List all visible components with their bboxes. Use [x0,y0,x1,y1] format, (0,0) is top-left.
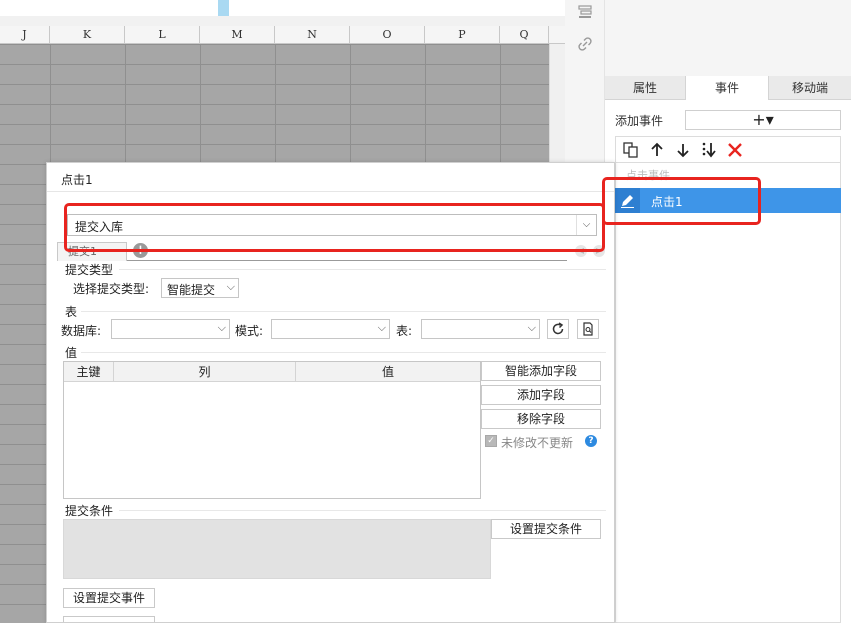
list-icon[interactable] [577,4,593,20]
submit-type-combo[interactable]: 智能提交 ⌵ [161,278,239,298]
column-header[interactable]: K [50,26,125,44]
values-table[interactable]: 主键 列 值 [63,361,481,499]
chevron-down-icon: ⌵ [377,321,386,334]
submit-select-value: 提交入库 [75,220,124,234]
dialog-title: 点击1 [61,173,93,187]
tab-submit-1[interactable]: 提交1 [57,242,127,261]
chevron-down-icon[interactable]: ⌵ [576,215,596,235]
add-tab-icon[interactable]: + [133,243,148,258]
chevron-left-icon[interactable]: ◀ [575,245,587,257]
column-headers: J K L M N O P Q [0,26,565,44]
column-header[interactable]: L [125,26,200,44]
submit-type-value: 智能提交 [167,283,216,297]
table-label: 表: [396,324,413,338]
set-condition-button[interactable]: 设置提交条件 [491,519,601,539]
right-panel: 属性 事件 移动端 添加事件 +▾ 点击事件 点击1 [605,0,851,623]
add-event-label: 添加事件 [615,114,664,128]
column-header[interactable]: M [200,26,275,44]
refresh-button[interactable] [547,319,569,339]
schema-label: 模式: [235,324,264,338]
section-values: 值 [65,346,78,360]
section-submit-type: 提交类型 [65,263,114,277]
move-bottom-icon[interactable] [700,141,718,159]
submit-dialog: 点击1 提交入库 ⌵ 提交1 + ◀ ▶ 提交类型 选择提交类型: 智能提交 ⌵… [46,162,615,623]
document-search-icon [583,322,593,336]
section-conditions: 提交条件 [65,504,114,518]
keep-unmodified-label: 未修改不更新 [501,436,574,450]
event-toolbar [615,136,841,162]
submit-tabstrip: 提交1 + ◀ ▶ [57,241,607,261]
database-combo[interactable]: ⌵ [111,319,230,339]
column-header[interactable]: N [275,26,350,44]
column-header[interactable]: Q [500,26,549,44]
column-header-column[interactable]: 列 [114,362,296,382]
add-field-button[interactable]: 添加字段 [481,385,601,405]
chevron-right-icon[interactable]: ▶ [593,245,605,257]
tab-properties[interactable]: 属性 [605,76,685,100]
schema-combo[interactable]: ⌵ [271,319,390,339]
smart-add-field-button[interactable]: 智能添加字段 [481,361,601,381]
delete-icon[interactable] [726,141,744,159]
database-label: 数据库: [61,324,102,338]
copy-icon[interactable] [622,141,640,159]
submit-type-label: 选择提交类型: [73,282,150,296]
column-header-value[interactable]: 值 [296,362,480,382]
add-event-button[interactable]: +▾ [685,110,841,130]
more-button[interactable] [63,616,155,622]
keep-unmodified-checkbox[interactable]: ✓ [485,435,497,447]
edit-icon[interactable] [615,188,640,213]
tab-mobile[interactable]: 移动端 [769,76,851,100]
section-table: 表 [65,305,78,319]
submit-type-select[interactable]: 提交入库 ⌵ [67,214,597,236]
column-header[interactable]: O [350,26,425,44]
event-item[interactable]: 点击1 [615,188,841,213]
table-combo[interactable]: ⌵ [421,319,540,339]
chevron-down-icon: ⌵ [217,321,226,334]
remove-field-button[interactable]: 移除字段 [481,409,601,429]
chevron-down-icon: ⌵ [226,280,235,293]
column-header[interactable]: J [0,26,50,44]
chevron-down-icon: ⌵ [527,321,536,334]
refresh-icon [552,322,564,335]
arrow-down-icon[interactable] [674,141,692,159]
arrow-up-icon[interactable] [648,141,666,159]
column-header[interactable]: P [425,26,500,44]
event-section-label: 点击事件 [626,169,670,182]
sheet-top-bar [0,0,565,26]
column-header-key[interactable]: 主键 [64,362,114,382]
event-list: 点击事件 点击1 [615,162,841,623]
values-table-header: 主键 列 值 [64,362,480,382]
preview-button[interactable] [577,319,599,339]
set-submit-event-button[interactable]: 设置提交事件 [63,588,155,608]
link-icon[interactable] [577,36,593,52]
event-item-label: 点击1 [651,195,683,209]
panel-tabs: 属性 事件 移动端 [605,76,851,100]
add-event-row: 添加事件 +▾ [605,108,851,132]
tab-events[interactable]: 事件 [685,76,769,100]
help-icon[interactable]: ? [585,435,597,447]
conditions-area[interactable] [63,519,491,579]
